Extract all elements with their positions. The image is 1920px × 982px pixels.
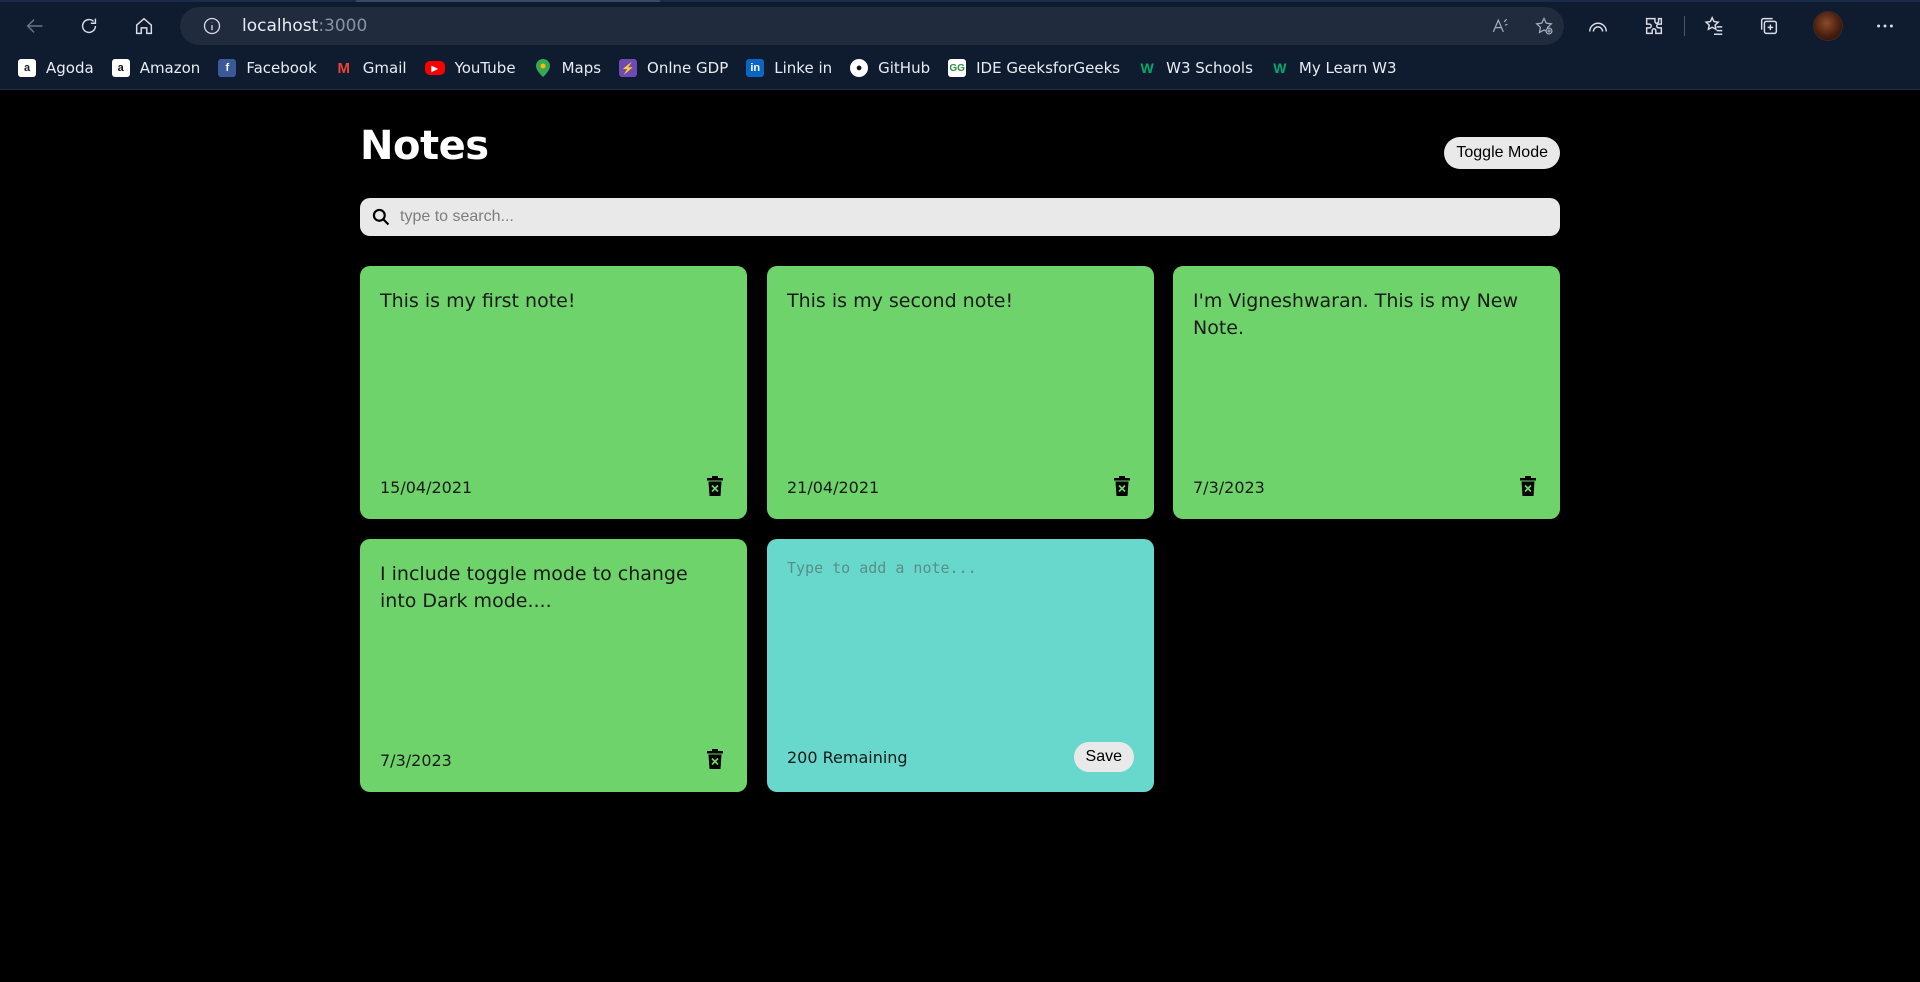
bookmark-label: Onlne GDP: [647, 59, 729, 77]
note-text: I include toggle mode to change into Dar…: [380, 563, 688, 612]
active-tab-indicator: [356, 0, 660, 2]
bookmark-agoda[interactable]: a Agoda: [18, 55, 94, 81]
bookmark-label: Amazon: [139, 59, 201, 77]
w3schools-icon: W: [1140, 60, 1154, 76]
note-date: 21/04/2021: [787, 478, 880, 497]
maps-icon: [534, 59, 552, 77]
read-aloud-icon[interactable]: [1490, 16, 1510, 36]
bookmark-my-learn-w3[interactable]: W My Learn W3: [1271, 55, 1397, 81]
url-port: :3000: [318, 16, 368, 36]
back-arrow-icon: [26, 19, 43, 33]
bookmark-w3schools[interactable]: W W3 Schools: [1138, 55, 1253, 81]
note-card: This is my second note! 21/04/2021: [767, 266, 1154, 519]
toolbar-separator: [1684, 16, 1685, 36]
browser-essentials-icon[interactable]: [1584, 12, 1612, 40]
bookmark-label: IDE GeeksforGeeks: [976, 59, 1121, 77]
new-note-card: 200 Remaining Save: [767, 539, 1154, 792]
toggle-mode-button[interactable]: Toggle Mode: [1444, 137, 1560, 169]
search-input[interactable]: [400, 208, 1540, 226]
tab-strip-line: [0, 0, 1920, 2]
agoda-icon: a: [18, 59, 36, 77]
page-title: Notes: [360, 123, 489, 169]
bookmark-geeksforgeeks[interactable]: GG IDE GeeksforGeeks: [948, 55, 1120, 81]
more-menu-icon[interactable]: [1871, 12, 1899, 40]
amazon-icon: a: [111, 59, 130, 77]
gmail-icon: M: [337, 59, 351, 77]
browser-chrome: localhost:3000 a Agoda a Amazon f Facebook …: [0, 0, 1920, 90]
bookmark-label: Facebook: [246, 59, 317, 77]
page-content: Notes Toggle Mode This is my first note!…: [0, 91, 1920, 982]
search-bar: [360, 198, 1560, 236]
github-icon: ●: [850, 59, 869, 77]
note-date: 15/04/2021: [380, 478, 473, 497]
geeksforgeeks-icon: GG: [948, 59, 967, 77]
bookmark-label: My Learn W3: [1298, 59, 1397, 77]
note-card: This is my first note! 15/04/2021: [360, 266, 747, 519]
profile-avatar[interactable]: [1813, 11, 1843, 41]
bookmark-label: Linke in: [774, 59, 833, 77]
url-host: localhost: [242, 16, 319, 36]
save-button[interactable]: Save: [1073, 742, 1134, 772]
app-header: Notes Toggle Mode: [360, 123, 1560, 173]
new-note-input[interactable]: [787, 559, 1132, 709]
bookmark-gmail[interactable]: M Gmail: [335, 55, 407, 81]
bookmark-online-gdp[interactable]: ⚡ Onlne GDP: [619, 55, 728, 81]
add-favorite-icon[interactable]: [1534, 16, 1554, 36]
home-button[interactable]: [128, 10, 160, 42]
bookmark-label: W3 Schools: [1166, 59, 1253, 77]
site-info-icon[interactable]: [202, 16, 222, 36]
extensions-icon[interactable]: [1640, 12, 1668, 40]
facebook-icon: f: [218, 59, 237, 77]
bookmark-label: GitHub: [878, 59, 931, 77]
linkedin-icon: in: [746, 59, 765, 77]
note-date: 7/3/2023: [1193, 478, 1265, 497]
bookmark-amazon[interactable]: a Amazon: [111, 55, 201, 81]
note-text: This is my second note!: [787, 290, 1014, 312]
bookmark-maps[interactable]: Maps: [534, 55, 601, 81]
bookmarks-bar: a Agoda a Amazon f Facebook M Gmail ▶ YouTube…: [0, 54, 1920, 82]
note-card: I include toggle mode to change into Dar…: [360, 539, 747, 792]
bookmark-youtube[interactable]: ▶ YouTube: [424, 55, 516, 81]
delete-icon[interactable]: [1112, 475, 1132, 497]
refresh-icon: [81, 18, 97, 34]
delete-icon[interactable]: [1518, 475, 1538, 497]
address-bar[interactable]: localhost:3000: [180, 7, 1564, 45]
note-text: This is my first note!: [380, 290, 576, 312]
youtube-icon: ▶: [424, 61, 445, 75]
w3schools-icon: W: [1273, 60, 1287, 76]
delete-icon[interactable]: [705, 475, 725, 497]
characters-remaining: 200 Remaining: [787, 748, 908, 767]
bookmark-label: Agoda: [46, 59, 94, 77]
bookmark-facebook[interactable]: f Facebook: [218, 55, 317, 81]
bookmark-label: YouTube: [454, 59, 516, 77]
back-button[interactable]: [19, 10, 51, 42]
bookmark-linkedin[interactable]: in Linke in: [746, 55, 832, 81]
bookmark-github[interactable]: ● GitHub: [850, 55, 930, 81]
home-icon: [135, 17, 153, 35]
note-card: I'm Vigneshwaran. This is my New Note. 7…: [1173, 266, 1560, 519]
search-icon: [370, 206, 392, 228]
favorites-icon[interactable]: [1700, 12, 1728, 40]
note-date: 7/3/2023: [380, 751, 452, 770]
url-text[interactable]: localhost:3000: [242, 16, 367, 36]
bookmark-label: Maps: [561, 59, 602, 77]
refresh-button[interactable]: [73, 10, 105, 42]
online-gdp-icon: ⚡: [619, 59, 638, 77]
note-text: I'm Vigneshwaran. This is my New Note.: [1193, 290, 1519, 339]
collections-icon[interactable]: [1755, 12, 1783, 40]
bookmark-label: Gmail: [362, 59, 407, 77]
delete-icon[interactable]: [705, 748, 725, 770]
